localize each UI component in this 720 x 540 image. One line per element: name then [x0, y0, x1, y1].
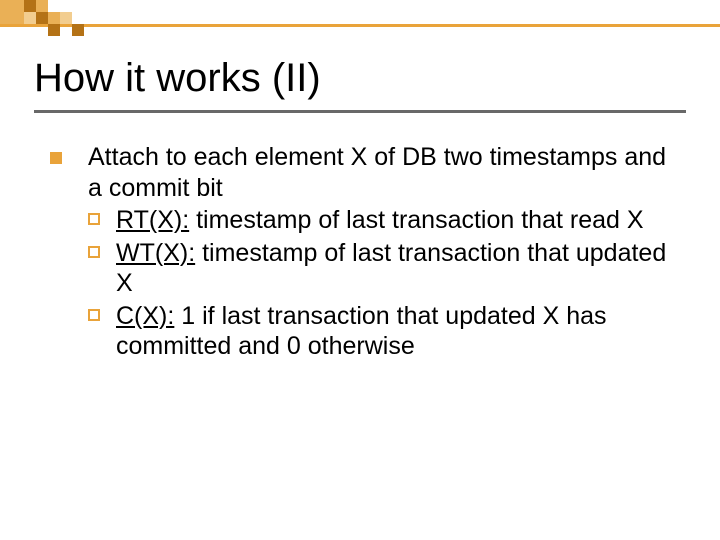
deco-square [24, 12, 36, 24]
deco-square [48, 12, 60, 24]
slide-body: Attach to each element X of DB two times… [50, 142, 686, 366]
hollow-square-bullet-icon [88, 246, 100, 258]
desc-rt: timestamp of last transaction that read … [189, 206, 643, 234]
deco-square [60, 12, 72, 24]
deco-square [72, 24, 84, 36]
bullet-level2: WT(X): timestamp of last transaction tha… [88, 238, 686, 299]
body-main-text: Attach to each element X of DB two times… [88, 143, 666, 202]
bullet-level1: Attach to each element X of DB two times… [50, 142, 686, 362]
desc-c: 1 if last transaction that updated X has… [116, 302, 607, 361]
title-underline [34, 110, 686, 113]
term-wt: WT(X): [116, 239, 195, 267]
accent-strip [0, 24, 720, 27]
slide-decoration [0, 0, 720, 48]
hollow-square-bullet-icon [88, 213, 100, 225]
deco-square [24, 0, 36, 12]
deco-square [48, 24, 60, 36]
slide-title: How it works (II) [34, 56, 321, 101]
desc-wt: timestamp of last transaction that updat… [116, 239, 666, 298]
square-bullet-icon [50, 152, 62, 164]
bullet-level2: RT(X): timestamp of last transaction tha… [88, 205, 686, 236]
slide: { "title": "How it works (II)", "body": … [0, 0, 720, 540]
deco-square [36, 0, 48, 12]
hollow-square-bullet-icon [88, 309, 100, 321]
bullet-level2: C(X): 1 if last transaction that updated… [88, 301, 686, 362]
deco-square [0, 0, 24, 24]
deco-square [36, 12, 48, 24]
term-rt: RT(X): [116, 206, 189, 234]
term-c: C(X): [116, 302, 174, 330]
